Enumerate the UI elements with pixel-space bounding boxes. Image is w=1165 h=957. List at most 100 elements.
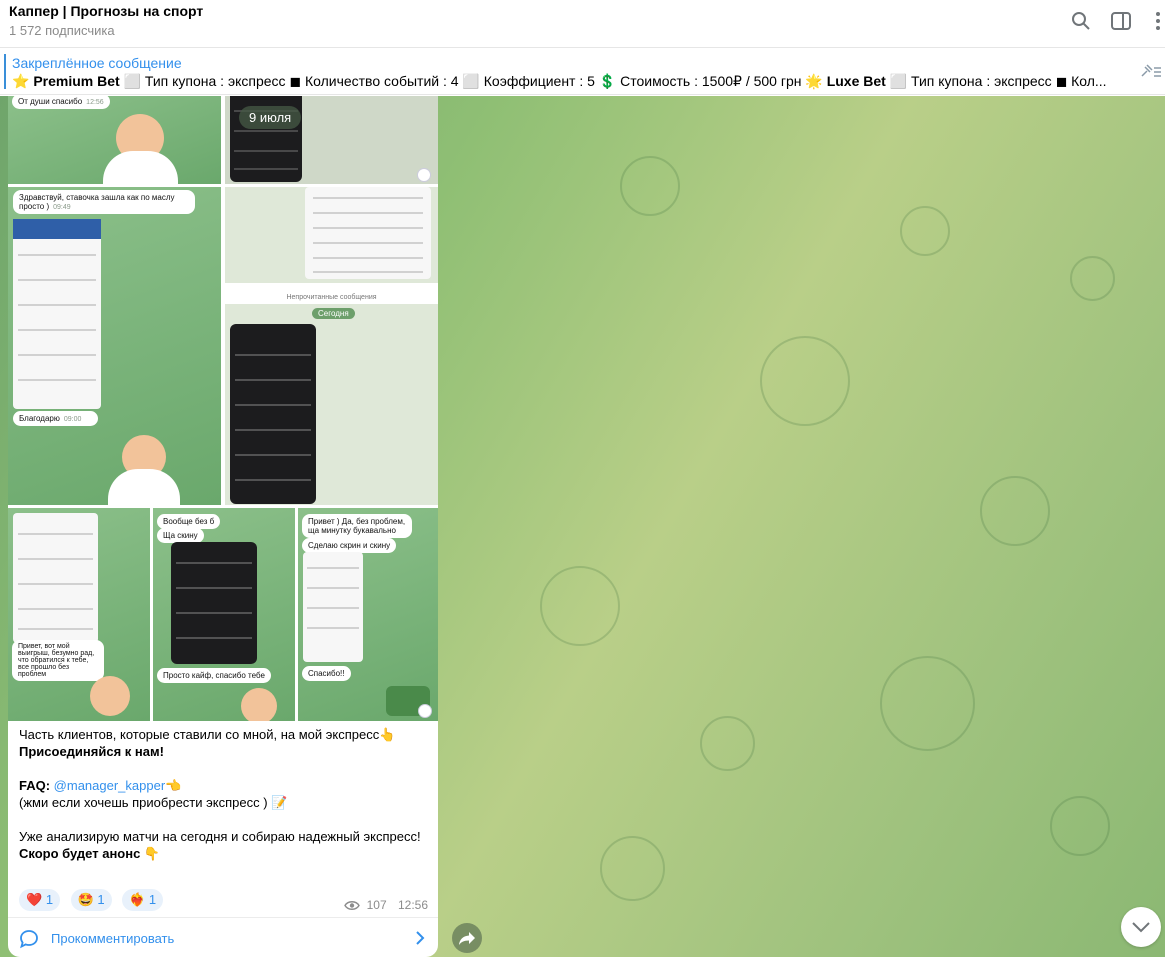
media-photo[interactable]: Здравствуй, ставочка зашла как по маслу …: [8, 187, 221, 505]
screenshot-bubble: Ща скину: [157, 528, 204, 543]
channel-title[interactable]: Каппер | Прогнозы на спорт: [9, 3, 203, 19]
caption-line: Часть клиентов, которые ставили со мной,…: [19, 727, 396, 742]
comment-label: Прокомментировать: [51, 931, 175, 946]
media-photo[interactable]: Привет ) Да, без проблем, ща минутку бук…: [298, 508, 438, 721]
screenshot-bubble: Вообще без б: [157, 514, 221, 529]
caption-spacer: [19, 811, 429, 828]
phone-screenshot: [171, 542, 257, 664]
reaction-star-eyes[interactable]: 🤩 1: [70, 889, 112, 911]
reaction-heart[interactable]: ❤️ 1: [19, 889, 61, 911]
doodle: [1050, 796, 1110, 856]
doodle: [600, 836, 665, 901]
row-line: [235, 404, 311, 406]
character-head: [90, 676, 130, 716]
chevron-right-icon: [416, 931, 425, 945]
caption-line: Уже анализирую матчи на сегодня и собира…: [19, 829, 421, 844]
comment-icon: [20, 930, 38, 949]
media-photo[interactable]: [225, 304, 438, 505]
pinned-list-icon[interactable]: [1140, 64, 1162, 80]
app-header: [13, 219, 101, 239]
channel-post[interactable]: От души спасибо 12:56 9 июля Здравствуй, …: [8, 96, 438, 957]
pinned-label: Закреплённое сообщение: [12, 55, 182, 71]
search-icon[interactable]: [1070, 10, 1092, 32]
views-icon: [344, 901, 361, 911]
character-body: [108, 469, 180, 505]
screenshot-bubble: Здравствуй, ставочка зашла как по маслу …: [13, 190, 195, 214]
date-label: 9 июля: [239, 106, 302, 129]
screenshot-bubble: Привет ) Да, без проблем, ща минутку бук…: [302, 514, 412, 538]
row-line: [176, 637, 252, 639]
row-line: [235, 454, 311, 456]
share-button[interactable]: [452, 923, 482, 953]
media-photo[interactable]: Привет, вот мой выигрыш, безумно рад, чт…: [8, 508, 150, 721]
unread-separator: Непрочитанные сообщения: [286, 294, 377, 301]
caption-line: Скоро будет анонс 👇: [19, 846, 161, 861]
row-line: [18, 379, 96, 381]
post-caption: Часть клиентов, которые ставили со мной,…: [19, 726, 429, 862]
character-head: [241, 688, 277, 721]
chevron-down-icon: [418, 704, 432, 718]
phone-screenshot: [305, 187, 431, 279]
row-line: [18, 533, 93, 535]
row-line: [312, 242, 424, 244]
row-line: [306, 607, 360, 609]
side-panel-icon[interactable]: [1110, 10, 1132, 32]
row-line: [306, 567, 360, 569]
row-line: [235, 479, 311, 481]
row-line: [312, 271, 424, 273]
manager-link[interactable]: @manager_kapper: [54, 778, 165, 793]
row-line: [234, 130, 298, 132]
row-line: [176, 562, 252, 564]
screenshot-bubble: Сделаю скрин и скину: [302, 538, 397, 553]
phone-screenshot: [303, 552, 363, 662]
doodle: [540, 566, 620, 646]
row-line: [234, 168, 298, 170]
doodle: [620, 156, 680, 216]
row-line: [235, 429, 311, 431]
scroll-down-button[interactable]: [1121, 907, 1161, 947]
chat-header[interactable]: Каппер | Прогнозы на спорт 1 572 подписч…: [0, 0, 1165, 48]
subscriber-count: 1 572 подписчика: [9, 23, 115, 38]
doodle: [700, 716, 755, 771]
screenshot-bubble: Привет, вот мой выигрыш, безумно рад, чт…: [12, 640, 104, 681]
row-line: [312, 227, 424, 229]
row-line: [18, 628, 93, 630]
phone-screenshot: [13, 513, 98, 643]
row-line: [18, 608, 93, 610]
today-label: Сегодня: [312, 308, 355, 319]
phone-screenshot: [230, 324, 316, 504]
caption-line: Присоединяйся к нам!: [19, 744, 164, 759]
chevron-down-icon: [1132, 922, 1150, 933]
caption-spacer: [19, 760, 429, 777]
phone-screenshot: [13, 219, 101, 409]
media-album[interactable]: От души спасибо 12:56 9 июля Здравствуй, …: [8, 96, 438, 721]
row-line: [234, 150, 298, 152]
share-icon: [459, 932, 475, 945]
screenshot-bubble: Просто кайф, спасибо тебе: [157, 668, 271, 683]
row-line: [235, 354, 311, 356]
media-photo[interactable]: [225, 187, 438, 283]
row-line: [176, 587, 252, 589]
media-photo[interactable]: От души спасибо 12:56: [8, 96, 221, 184]
doodle: [900, 206, 950, 256]
row-line: [306, 587, 360, 589]
row-line: [18, 558, 93, 560]
row-line: [312, 197, 424, 199]
row-line: [18, 354, 96, 356]
post-time: 12:56: [397, 898, 428, 912]
caption-line: FAQ: @manager_kapper👈: [19, 778, 182, 793]
reaction-heart-fire[interactable]: ❤️‍🔥 1: [122, 889, 164, 911]
pinned-indicator-bar: [4, 54, 6, 89]
row-line: [18, 279, 96, 281]
comment-button[interactable]: Прокомментировать: [8, 917, 438, 957]
more-options-icon[interactable]: [1147, 10, 1165, 32]
pinned-message[interactable]: Закреплённое сообщение ⭐ Premium Bet ⬜ Т…: [0, 48, 1165, 95]
caption-line: (жми если хочешь приобрести экспресс ) 📝: [19, 795, 288, 810]
media-photo[interactable]: Вообще без б Ща скину Просто кайф, спаси…: [153, 508, 295, 721]
row-line: [18, 254, 96, 256]
screenshot-bubble: От души спасибо 12:56: [12, 96, 110, 109]
row-line: [312, 212, 424, 214]
post-meta: 107 12:56: [344, 898, 428, 912]
view-count: 107: [366, 898, 387, 912]
row-line: [18, 583, 93, 585]
